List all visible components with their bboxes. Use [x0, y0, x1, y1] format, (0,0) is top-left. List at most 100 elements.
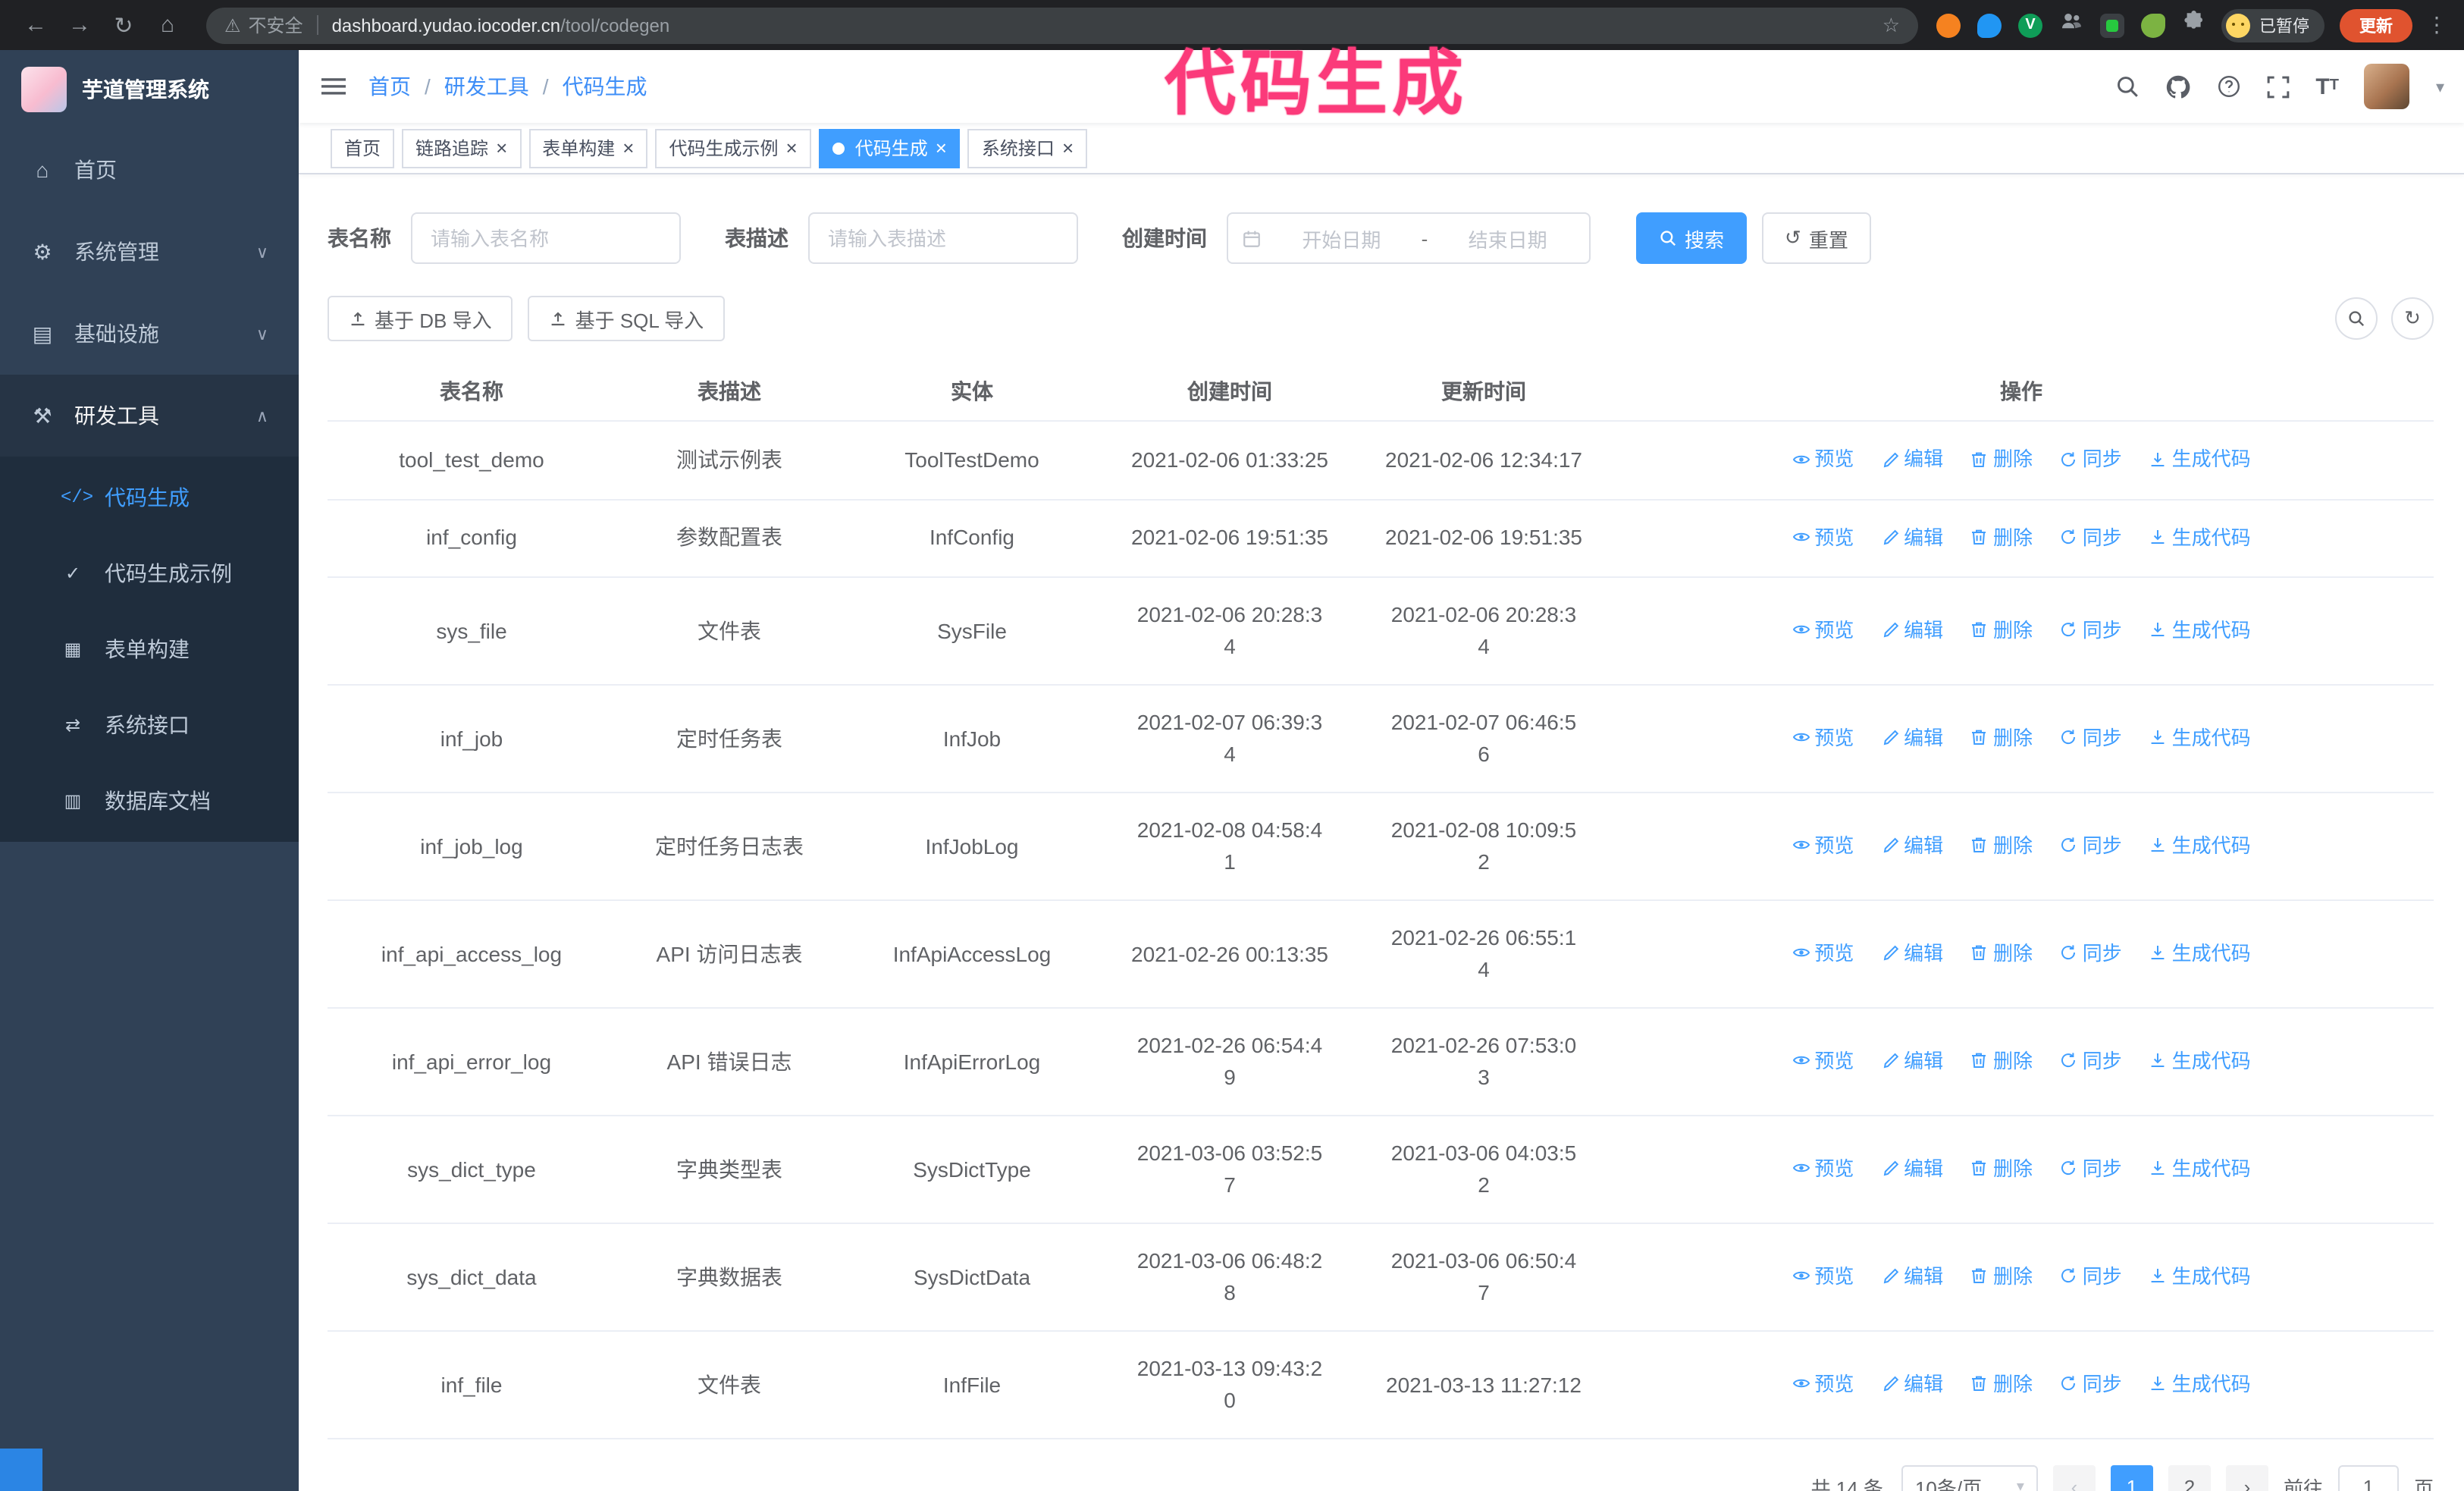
sync-link[interactable]: 同步 — [2060, 1153, 2122, 1185]
page-button-2[interactable]: 2 — [2168, 1465, 2211, 1491]
close-icon[interactable]: × — [786, 138, 798, 158]
delete-link[interactable]: 删除 — [1970, 722, 2033, 754]
page-size-select[interactable]: 10条/页 ▾ — [1901, 1465, 2038, 1491]
extension-dark-icon[interactable] — [2100, 13, 2124, 37]
github-icon[interactable] — [2165, 74, 2191, 99]
edit-link[interactable]: 编辑 — [1881, 937, 1943, 969]
delete-link[interactable]: 删除 — [1970, 1260, 2033, 1292]
submenu-item[interactable]: </> 代码生成 — [0, 460, 299, 535]
import-sql-button[interactable]: 基于 SQL 导入 — [528, 296, 726, 341]
extension-orange-icon[interactable] — [1936, 13, 1961, 37]
submenu-item[interactable]: ▥ 数据库文档 — [0, 763, 299, 839]
generate-code-link[interactable]: 生成代码 — [2149, 521, 2251, 553]
preview-link[interactable]: 预览 — [1792, 1368, 1854, 1400]
edit-link[interactable]: 编辑 — [1881, 1260, 1943, 1292]
tag-view-tab[interactable]: 表单构建 × — [528, 128, 648, 168]
chrome-menu-kebab-icon[interactable]: ⋮ — [2425, 12, 2449, 38]
search-icon[interactable] — [2115, 74, 2140, 99]
hamburger-icon[interactable] — [299, 74, 368, 99]
preview-link[interactable]: 预览 — [1792, 614, 1854, 646]
create-time-range-picker[interactable]: 开始日期 - 结束日期 — [1227, 212, 1591, 264]
close-icon[interactable]: × — [496, 138, 507, 158]
preview-link[interactable]: 预览 — [1792, 1260, 1854, 1292]
delete-link[interactable]: 删除 — [1970, 830, 2033, 862]
start-date-placeholder[interactable]: 开始日期 — [1274, 224, 1409, 253]
edit-link[interactable]: 编辑 — [1881, 830, 1943, 862]
close-icon[interactable]: × — [936, 138, 947, 158]
preview-link[interactable]: 预览 — [1792, 443, 1854, 475]
edit-link[interactable]: 编辑 — [1881, 1045, 1943, 1077]
generate-code-link[interactable]: 生成代码 — [2149, 1045, 2251, 1077]
preview-link[interactable]: 预览 — [1792, 937, 1854, 969]
user-avatar[interactable] — [2364, 64, 2410, 109]
tag-view-tab[interactable]: 链路追踪 × — [402, 128, 522, 168]
reload-icon[interactable]: ↻ — [103, 11, 144, 39]
refresh-table-button[interactable]: ↻ — [2391, 297, 2434, 340]
preview-link[interactable]: 预览 — [1792, 1045, 1854, 1077]
table-name-input[interactable] — [411, 212, 681, 264]
breadcrumb-home[interactable]: 首页 — [368, 71, 411, 102]
sync-link[interactable]: 同步 — [2060, 937, 2122, 969]
sidebar-item-home[interactable]: ⌂ 首页 — [0, 129, 299, 211]
close-icon[interactable]: × — [1062, 138, 1074, 158]
table-desc-input[interactable] — [808, 212, 1078, 264]
delete-link[interactable]: 删除 — [1970, 521, 2033, 553]
forward-icon[interactable]: → — [59, 12, 100, 38]
submenu-item[interactable]: ▦ 表单构建 — [0, 611, 299, 687]
sync-link[interactable]: 同步 — [2060, 443, 2122, 475]
sidebar-item-system-management[interactable]: ⚙ 系统管理 ∨ — [0, 211, 299, 293]
generate-code-link[interactable]: 生成代码 — [2149, 1153, 2251, 1185]
preview-link[interactable]: 预览 — [1792, 1153, 1854, 1185]
edit-link[interactable]: 编辑 — [1881, 1368, 1943, 1400]
app-logo[interactable]: 芋道管理系统 — [0, 50, 299, 129]
preview-link[interactable]: 预览 — [1792, 722, 1854, 754]
tag-view-tab[interactable]: 系统接口 × — [967, 128, 1088, 168]
delete-link[interactable]: 删除 — [1970, 1045, 2033, 1077]
page-button-1[interactable]: 1 — [2110, 1465, 2153, 1491]
avatar-caret-down-icon[interactable]: ▾ — [2436, 77, 2444, 96]
search-button[interactable]: 搜索 — [1636, 212, 1748, 264]
extension-leaf-icon[interactable] — [2141, 13, 2165, 37]
breadcrumb-dev-tools[interactable]: 研发工具 — [444, 71, 529, 102]
generate-code-link[interactable]: 生成代码 — [2149, 443, 2251, 475]
submenu-item[interactable]: ⇄ 系统接口 — [0, 687, 299, 763]
sync-link[interactable]: 同步 — [2060, 1260, 2122, 1292]
edit-link[interactable]: 编辑 — [1881, 722, 1943, 754]
close-icon[interactable]: × — [622, 138, 634, 158]
sync-link[interactable]: 同步 — [2060, 614, 2122, 646]
show-search-toggle-button[interactable] — [2335, 297, 2378, 340]
end-date-placeholder[interactable]: 结束日期 — [1440, 224, 1575, 253]
delete-link[interactable]: 删除 — [1970, 614, 2033, 646]
sync-link[interactable]: 同步 — [2060, 722, 2122, 754]
chrome-update-button[interactable]: 更新 — [2340, 8, 2412, 42]
fullscreen-icon[interactable] — [2267, 75, 2290, 98]
extensions-puzzle-icon[interactable] — [2182, 9, 2206, 41]
back-icon[interactable]: ← — [15, 12, 56, 38]
delete-link[interactable]: 删除 — [1970, 1368, 2033, 1400]
generate-code-link[interactable]: 生成代码 — [2149, 614, 2251, 646]
generate-code-link[interactable]: 生成代码 — [2149, 1260, 2251, 1292]
generate-code-link[interactable]: 生成代码 — [2149, 1368, 2251, 1400]
sidebar-item-dev-tools[interactable]: ⚒ 研发工具 ∧ — [0, 375, 299, 457]
edit-link[interactable]: 编辑 — [1881, 521, 1943, 553]
help-icon[interactable] — [2217, 74, 2241, 99]
generate-code-link[interactable]: 生成代码 — [2149, 830, 2251, 862]
extension-people-icon[interactable] — [2059, 9, 2083, 41]
tag-view-tab[interactable]: 代码生成 × — [818, 128, 961, 168]
extension-green-v-icon[interactable]: V — [2018, 13, 2042, 37]
delete-link[interactable]: 删除 — [1970, 1153, 2033, 1185]
bookmark-star-icon[interactable]: ☆ — [1882, 13, 1900, 37]
generate-code-link[interactable]: 生成代码 — [2149, 937, 2251, 969]
profile-paused-badge[interactable]: 已暂停 — [2221, 8, 2324, 42]
sync-link[interactable]: 同步 — [2060, 830, 2122, 862]
submenu-item[interactable]: ✓ 代码生成示例 — [0, 535, 299, 611]
edit-link[interactable]: 编辑 — [1881, 1153, 1943, 1185]
sync-link[interactable]: 同步 — [2060, 1368, 2122, 1400]
delete-link[interactable]: 删除 — [1970, 937, 2033, 969]
delete-link[interactable]: 删除 — [1970, 443, 2033, 475]
edit-link[interactable]: 编辑 — [1881, 443, 1943, 475]
goto-page-input[interactable] — [2337, 1465, 2399, 1491]
import-db-button[interactable]: 基于 DB 导入 — [328, 296, 513, 341]
address-bar[interactable]: ⚠ 不安全 dashboard.yudao.iocoder.cn /tool/c… — [206, 7, 1918, 43]
tag-view-tab[interactable]: 代码生成示例 × — [655, 128, 811, 168]
